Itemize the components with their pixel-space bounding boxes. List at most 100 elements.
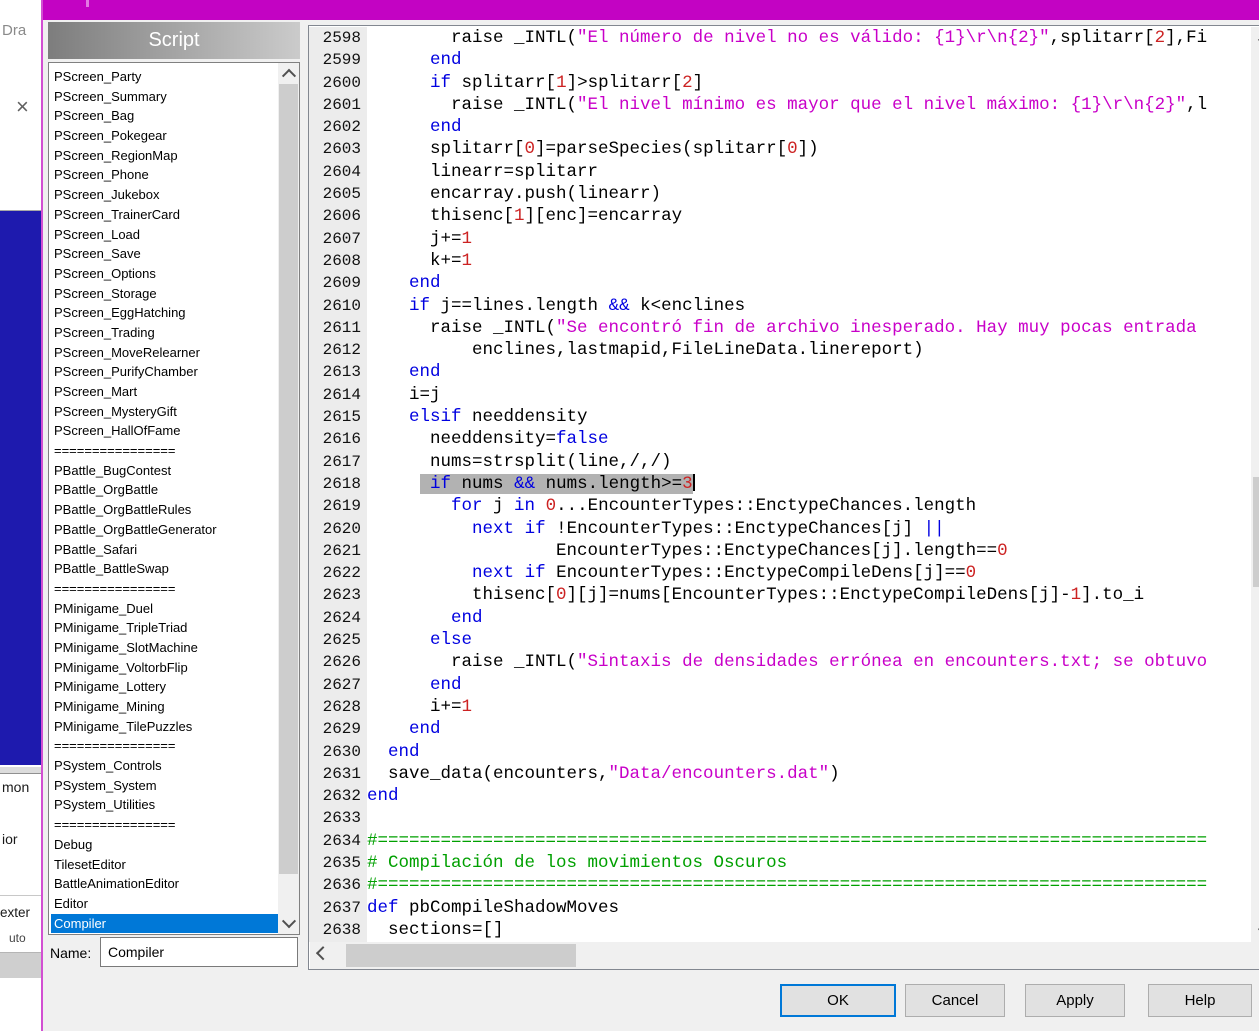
- script-list-item[interactable]: PSystem_System: [51, 776, 279, 796]
- script-list-item[interactable]: PScreen_PurifyChamber: [51, 362, 279, 382]
- script-list-item[interactable]: PBattle_BugContest: [51, 461, 279, 481]
- script-list-item[interactable]: ================: [51, 441, 279, 461]
- code-line[interactable]: linearr=splitarr: [367, 161, 1208, 183]
- scrollbar-thumb[interactable]: [279, 84, 298, 874]
- code-line[interactable]: raise _INTL("El nivel mínimo es mayor qu…: [367, 94, 1208, 116]
- script-list-item[interactable]: PMinigame_Lottery: [51, 677, 279, 697]
- scroll-down-button[interactable]: [278, 914, 299, 934]
- script-list-item[interactable]: PScreen_MoveRelearner: [51, 343, 279, 363]
- code-line[interactable]: raise _INTL("Sintaxis de densidades erró…: [367, 651, 1208, 673]
- code-line[interactable]: if splitarr[1]>splitarr[2]: [367, 72, 1208, 94]
- scroll-down-button[interactable]: [1251, 922, 1259, 942]
- code-line[interactable]: end: [367, 49, 1208, 71]
- script-list-item[interactable]: TilesetEditor: [51, 855, 279, 875]
- code-line[interactable]: end: [367, 272, 1208, 294]
- dialog-title-bar[interactable]: [43, 0, 1259, 20]
- script-list-item[interactable]: Compiler: [51, 914, 279, 934]
- scrollbar-thumb[interactable]: [1253, 477, 1259, 587]
- cancel-button[interactable]: Cancel: [905, 984, 1005, 1017]
- code-line[interactable]: i+=1: [367, 696, 1208, 718]
- script-list-item[interactable]: PScreen_Mart: [51, 382, 279, 402]
- code-line[interactable]: elsif needdensity: [367, 406, 1208, 428]
- close-icon[interactable]: ×: [16, 94, 29, 120]
- scroll-up-button[interactable]: [278, 63, 299, 83]
- help-button[interactable]: Help: [1148, 984, 1252, 1017]
- code-line[interactable]: save_data(encounters,"Data/encounters.da…: [367, 763, 1208, 785]
- code-editor[interactable]: 2598259926002601260226032604260526062607…: [308, 25, 1259, 970]
- code-line[interactable]: end: [367, 718, 1208, 740]
- code-line[interactable]: end: [367, 361, 1208, 383]
- script-list-item[interactable]: PScreen_Bag: [51, 106, 279, 126]
- apply-button[interactable]: Apply: [1025, 984, 1125, 1017]
- script-list-item[interactable]: PScreen_TrainerCard: [51, 205, 279, 225]
- script-list-item[interactable]: PBattle_BattleSwap: [51, 559, 279, 579]
- code-line[interactable]: raise _INTL("Se encontró fin de archivo …: [367, 317, 1208, 339]
- code-line[interactable]: if j==lines.length && k<enclines: [367, 295, 1208, 317]
- code-vertical-scrollbar[interactable]: [1251, 27, 1259, 942]
- script-list-item[interactable]: PScreen_HallOfFame: [51, 421, 279, 441]
- code-line[interactable]: end: [367, 741, 1208, 763]
- code-line[interactable]: next if EncounterTypes::EnctypeCompileDe…: [367, 562, 1208, 584]
- ok-button[interactable]: OK: [780, 984, 896, 1017]
- code-line[interactable]: nums=strsplit(line,/,/): [367, 451, 1208, 473]
- script-list-item[interactable]: PScreen_MysteryGift: [51, 402, 279, 422]
- script-list-item[interactable]: PMinigame_Duel: [51, 599, 279, 619]
- script-list-item[interactable]: PBattle_Safari: [51, 540, 279, 560]
- code-line[interactable]: encarray.push(linearr): [367, 183, 1208, 205]
- code-line[interactable]: sections=[]: [367, 919, 1208, 941]
- code-line[interactable]: else: [367, 629, 1208, 651]
- code-line[interactable]: #=======================================…: [367, 874, 1208, 896]
- code-line[interactable]: EncounterTypes::EnctypeChances[j].length…: [367, 540, 1208, 562]
- script-list-item[interactable]: ================: [51, 736, 279, 756]
- script-list-item[interactable]: PMinigame_VoltorbFlip: [51, 658, 279, 678]
- script-list-item[interactable]: PSystem_Controls: [51, 756, 279, 776]
- script-list-item[interactable]: PBattle_OrgBattleRules: [51, 500, 279, 520]
- script-list-item[interactable]: PSystem_Utilities: [51, 795, 279, 815]
- script-list-item[interactable]: PScreen_Trading: [51, 323, 279, 343]
- code-line[interactable]: raise _INTL("El número de nivel no es vá…: [367, 27, 1208, 49]
- code-line[interactable]: splitarr[0]=parseSpecies(splitarr[0]): [367, 138, 1208, 160]
- code-line[interactable]: needdensity=false: [367, 428, 1208, 450]
- script-list-item[interactable]: PScreen_Summary: [51, 87, 279, 107]
- script-list-item[interactable]: PMinigame_TilePuzzles: [51, 717, 279, 737]
- code-line[interactable]: enclines,lastmapid,FileLineData.linerepo…: [367, 339, 1208, 361]
- script-list-item[interactable]: PScreen_Load: [51, 225, 279, 245]
- script-list-item[interactable]: PBattle_OrgBattleGenerator: [51, 520, 279, 540]
- script-list-scrollbar[interactable]: [278, 63, 299, 934]
- scrollbar-thumb[interactable]: [346, 944, 576, 967]
- code-line[interactable]: j+=1: [367, 228, 1208, 250]
- script-list-item[interactable]: Debug: [51, 835, 279, 855]
- code-line[interactable]: next if !EncounterTypes::EnctypeChances[…: [367, 518, 1208, 540]
- script-list-item[interactable]: PScreen_Party: [51, 67, 279, 87]
- script-list-item[interactable]: PScreen_Pokegear: [51, 126, 279, 146]
- code-line[interactable]: for j in 0...EncounterTypes::EnctypeChan…: [367, 495, 1208, 517]
- script-list-item[interactable]: PScreen_Storage: [51, 284, 279, 304]
- script-list-item[interactable]: PBattle_OrgBattle: [51, 480, 279, 500]
- script-name-input[interactable]: [100, 937, 298, 967]
- code-line[interactable]: [367, 807, 1208, 829]
- code-line[interactable]: thisenc[0][j]=nums[EncounterTypes::Encty…: [367, 584, 1208, 606]
- code-horizontal-scrollbar[interactable]: [310, 942, 1259, 969]
- script-list-item[interactable]: ================: [51, 815, 279, 835]
- code-line[interactable]: #=======================================…: [367, 830, 1208, 852]
- code-line[interactable]: thisenc[1][enc]=encarray: [367, 205, 1208, 227]
- scroll-up-button[interactable]: [1251, 27, 1259, 47]
- code-line[interactable]: if nums && nums.length>=3: [367, 473, 1208, 495]
- script-list-item[interactable]: ================: [51, 579, 279, 599]
- code-line[interactable]: def pbCompileShadowMoves: [367, 897, 1208, 919]
- scroll-right-button[interactable]: [1252, 942, 1259, 969]
- code-line[interactable]: end: [367, 785, 1208, 807]
- script-list-item[interactable]: Editor: [51, 894, 279, 914]
- script-list-item[interactable]: PScreen_Jukebox: [51, 185, 279, 205]
- script-list-item[interactable]: PScreen_Save: [51, 244, 279, 264]
- script-list-item[interactable]: BattleAnimationEditor: [51, 874, 279, 894]
- code-text-area[interactable]: raise _INTL("El número de nivel no es vá…: [367, 27, 1208, 942]
- script-list-item[interactable]: PScreen_RegionMap: [51, 146, 279, 166]
- script-list-item[interactable]: PScreen_EggHatching: [51, 303, 279, 323]
- script-list-item[interactable]: PMinigame_SlotMachine: [51, 638, 279, 658]
- script-list-item[interactable]: PMinigame_TripleTriad: [51, 618, 279, 638]
- code-line[interactable]: # Compilación de los movimientos Oscuros: [367, 852, 1208, 874]
- code-line[interactable]: end: [367, 116, 1208, 138]
- code-line[interactable]: end: [367, 607, 1208, 629]
- script-list-item[interactable]: PScreen_Options: [51, 264, 279, 284]
